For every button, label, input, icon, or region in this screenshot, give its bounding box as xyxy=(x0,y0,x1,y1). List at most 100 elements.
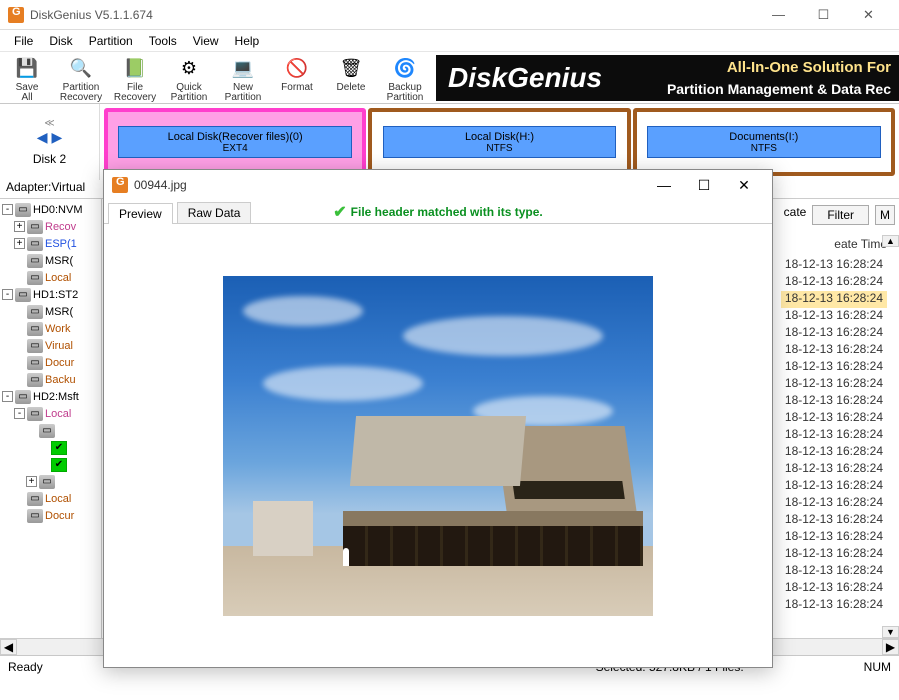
table-row[interactable]: 18-12-13 16:28:24 xyxy=(781,274,887,291)
table-row[interactable]: 18-12-13 16:28:24 xyxy=(781,393,887,410)
expand-icon[interactable]: - xyxy=(14,408,25,419)
table-row[interactable]: 18-12-13 16:28:24 xyxy=(781,495,887,512)
table-row[interactable]: 18-12-13 16:28:24 xyxy=(781,325,887,342)
tree-node[interactable]: ▭Backu xyxy=(0,371,101,388)
toolbar-new-partition[interactable]: 💻NewPartition xyxy=(216,52,270,103)
expand-icon[interactable]: - xyxy=(2,289,13,300)
table-row[interactable]: 18-12-13 16:28:24 xyxy=(781,257,887,274)
tree-node[interactable]: +▭ xyxy=(0,473,101,490)
toolbar-quick-partition[interactable]: ⚙QuickPartition xyxy=(162,52,216,103)
drive-icon: ▭ xyxy=(27,492,43,506)
tree-node[interactable]: -▭HD2:Msft xyxy=(0,388,101,405)
table-row[interactable]: 18-12-13 16:28:24 xyxy=(781,427,887,444)
expand-icon[interactable]: + xyxy=(14,221,25,232)
table-row[interactable]: 18-12-13 16:28:24 xyxy=(781,563,887,580)
tree-node[interactable]: +▭ESP(1 xyxy=(0,235,101,252)
tree-node[interactable]: ▭Local xyxy=(0,490,101,507)
drive-icon: ▭ xyxy=(27,356,43,370)
expand-icon[interactable]: - xyxy=(2,204,13,215)
folder-icon: ▭ xyxy=(39,424,55,438)
menu-help[interactable]: Help xyxy=(227,32,268,50)
check-icon: ✔ xyxy=(333,202,346,222)
partition-segment[interactable]: Local Disk(Recover files)(0)EXT4 xyxy=(104,108,366,176)
more-button[interactable]: M xyxy=(875,205,895,225)
toolbar-save-all[interactable]: 💾SaveAll xyxy=(0,52,54,103)
table-row[interactable]: 18-12-13 16:28:24 xyxy=(781,478,887,495)
tree-node[interactable]: ▭Virual xyxy=(0,337,101,354)
table-row[interactable]: 18-12-13 16:28:24 xyxy=(781,410,887,427)
tree-node[interactable]: -▭Local xyxy=(0,405,101,422)
file-recovery-icon: 📗 xyxy=(121,54,149,82)
filter-button[interactable]: Filter xyxy=(812,205,869,225)
menu-partition[interactable]: Partition xyxy=(81,32,141,50)
table-row[interactable]: 18-12-13 16:28:24 xyxy=(781,597,887,614)
menu-file[interactable]: File xyxy=(6,32,41,50)
toolbar-format[interactable]: 🚫Format xyxy=(270,52,324,103)
recover-by-type-cut[interactable]: cate xyxy=(784,205,807,225)
nav-arrows[interactable]: ◀ ▶ xyxy=(37,129,62,146)
delete-icon: 🗑 xyxy=(337,54,365,82)
status-num: NUM xyxy=(864,660,891,674)
toolbar-file-recovery[interactable]: 📗FileRecovery xyxy=(108,52,162,103)
table-row[interactable]: 18-12-13 16:28:24 xyxy=(781,546,887,563)
partition-segment[interactable]: Local Disk(H:)NTFS xyxy=(368,108,630,176)
table-row[interactable]: 18-12-13 16:28:24 xyxy=(781,512,887,529)
table-row[interactable]: 18-12-13 16:28:24 xyxy=(781,461,887,478)
table-row[interactable]: 18-12-13 16:28:24 xyxy=(781,529,887,546)
scroll-right-icon[interactable]: ▶ xyxy=(882,639,899,655)
check-icon: ✔ xyxy=(51,441,67,455)
tree-node[interactable]: ▭MSR( xyxy=(0,303,101,320)
preview-maximize-button[interactable]: ☐ xyxy=(684,177,724,194)
tree-node[interactable]: ✔ xyxy=(0,439,101,456)
partition-segment[interactable]: Documents(I:)NTFS xyxy=(633,108,895,176)
disk-nav: ≪ ◀ ▶ Disk 2 xyxy=(0,104,100,180)
scroll-left-icon[interactable]: ◀ xyxy=(0,639,17,655)
toolbar-backup-partition[interactable]: 🌀BackupPartition xyxy=(378,52,432,103)
expand-icon[interactable]: - xyxy=(2,391,13,402)
tab-preview[interactable]: Preview xyxy=(108,203,173,224)
table-row[interactable]: 18-12-13 16:28:24 xyxy=(781,444,887,461)
backup-partition-icon: 🌀 xyxy=(391,54,419,82)
banner-slogan-2: Partition Management & Data Rec xyxy=(667,81,891,97)
tree-node[interactable]: ▭Docur xyxy=(0,354,101,371)
save-all-icon: 💾 xyxy=(13,54,41,82)
preview-titlebar: 00944.jpg — ☐ ✕ xyxy=(104,170,772,200)
tree-node[interactable]: -▭HD0:NVM xyxy=(0,201,101,218)
table-row[interactable]: 18-12-13 16:28:24 xyxy=(781,376,887,393)
expand-icon[interactable]: + xyxy=(14,238,25,249)
tree-node[interactable]: +▭Recov xyxy=(0,218,101,235)
drive-icon: ▭ xyxy=(27,254,43,268)
menu-disk[interactable]: Disk xyxy=(41,32,80,50)
table-row[interactable]: 18-12-13 16:28:24 xyxy=(781,291,887,308)
tree-node[interactable]: -▭HD1:ST2 xyxy=(0,286,101,303)
tree-node[interactable]: ✔ xyxy=(0,456,101,473)
column-create-time[interactable]: eate Time xyxy=(834,237,887,251)
disk-tree[interactable]: -▭HD0:NVM+▭Recov+▭ESP(1▭MSR(▭Local-▭HD1:… xyxy=(0,199,102,638)
tree-node[interactable]: ▭MSR( xyxy=(0,252,101,269)
tab-raw-data[interactable]: Raw Data xyxy=(177,202,252,223)
tree-node[interactable]: ▭Work xyxy=(0,320,101,337)
preview-close-button[interactable]: ✕ xyxy=(724,177,764,194)
preview-minimize-button[interactable]: — xyxy=(644,177,684,193)
maximize-button[interactable]: ☐ xyxy=(801,1,846,29)
expand-icon[interactable]: + xyxy=(26,476,37,487)
menu-view[interactable]: View xyxy=(185,32,227,50)
table-row[interactable]: 18-12-13 16:28:24 xyxy=(781,308,887,325)
scroll-up-icon[interactable]: ▲ xyxy=(882,235,899,247)
toolbar-partition-recovery[interactable]: 🔍PartitionRecovery xyxy=(54,52,108,103)
scroll-down-icon[interactable]: ▼ xyxy=(882,626,899,638)
drive-icon: ▭ xyxy=(27,237,43,251)
minimize-button[interactable]: — xyxy=(756,1,801,29)
hdd-icon: ▭ xyxy=(15,390,31,404)
table-row[interactable]: 18-12-13 16:28:24 xyxy=(781,580,887,597)
menu-tools[interactable]: Tools xyxy=(141,32,185,50)
tree-node[interactable]: ▭Local xyxy=(0,269,101,286)
table-row[interactable]: 18-12-13 16:28:24 xyxy=(781,342,887,359)
close-button[interactable]: ✕ xyxy=(846,1,891,29)
toolbar-delete[interactable]: 🗑Delete xyxy=(324,52,378,103)
drive-icon: ▭ xyxy=(27,407,43,421)
table-row[interactable]: 18-12-13 16:28:24 xyxy=(781,359,887,376)
drive-icon: ▭ xyxy=(27,271,43,285)
tree-node[interactable]: ▭ xyxy=(0,422,101,439)
tree-node[interactable]: ▭Docur xyxy=(0,507,101,524)
